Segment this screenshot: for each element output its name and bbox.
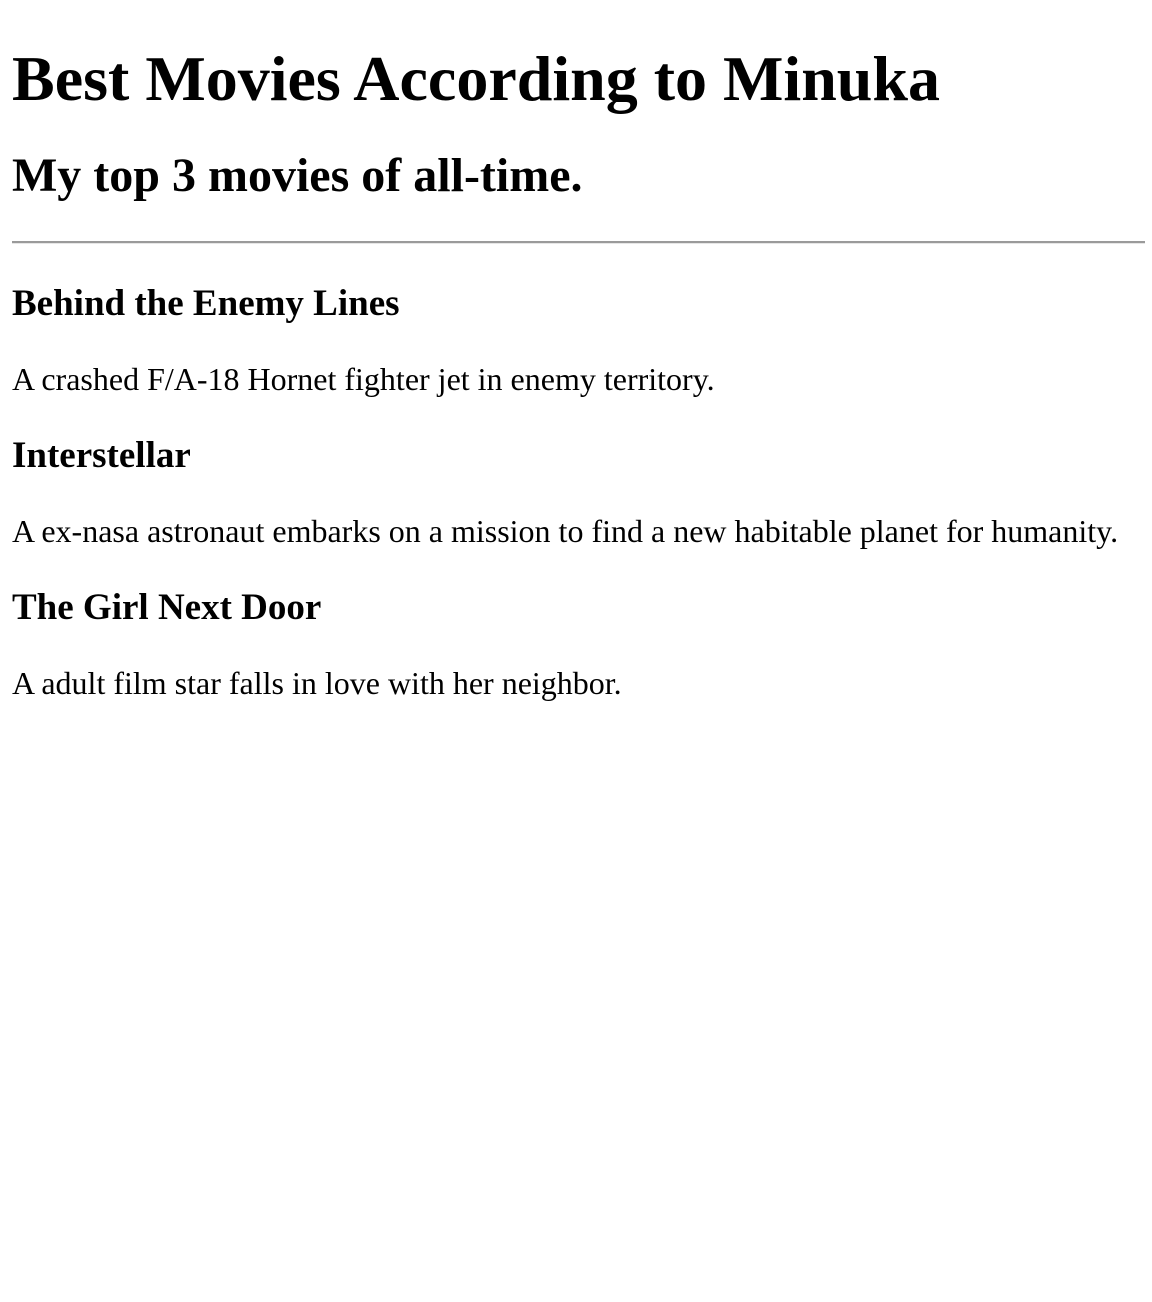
horizontal-divider	[12, 241, 1145, 244]
movie-description: A adult film star falls in love with her…	[12, 665, 622, 701]
movie-entry: The Girl Next Door A adult film star fal…	[12, 586, 1140, 702]
movie-description: A crashed F/A-18 Hornet fighter jet in e…	[12, 361, 715, 397]
movie-description: A ex-nasa astronaut embarks on a mission…	[12, 513, 1119, 549]
movie-title: Interstellar	[12, 435, 191, 476]
page-title: Best Movies According to Minuka	[12, 43, 940, 114]
page-subtitle: My top 3 movies of all-time.	[12, 149, 583, 202]
page: Best Movies According to Minuka My top 3…	[0, 0, 1152, 1302]
movie-title: The Girl Next Door	[12, 587, 322, 628]
movie-entry: Behind the Enemy Lines A crashed F/A-18 …	[12, 282, 1140, 398]
movie-title: Behind the Enemy Lines	[12, 283, 400, 324]
movie-entry: Interstellar A ex-nasa astronaut embarks…	[12, 434, 1140, 550]
